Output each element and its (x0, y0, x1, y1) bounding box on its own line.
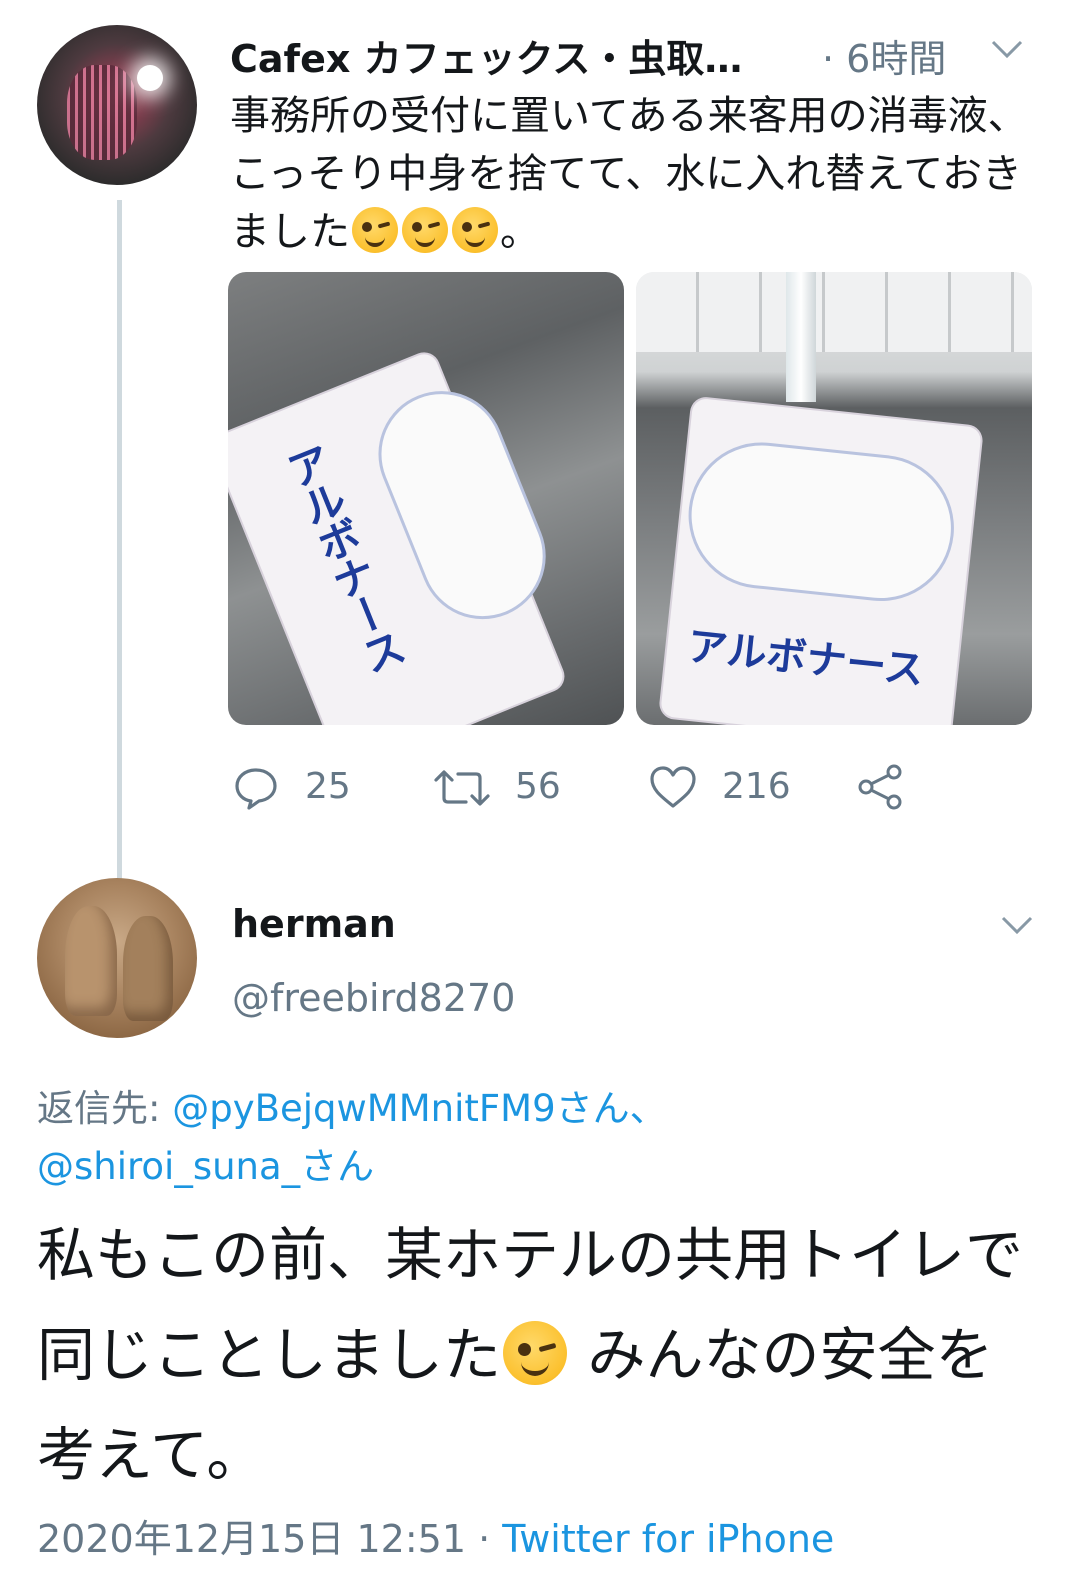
reply-author-name[interactable]: herman (232, 902, 396, 946)
tweet-text-body: 事務所の受付に置いてある来客用の消毒液、こっそり中身を捨てて、水に入れ替えておき… (230, 93, 1028, 255)
share-icon[interactable] (856, 762, 906, 812)
wall-tiles (636, 272, 1032, 352)
avatar-image-figure (123, 916, 173, 1021)
avatar[interactable] (37, 878, 197, 1038)
reply-text: 私もこの前、某ホテルの共用トイレで同じことしました みんなの安全を考えて。 (37, 1205, 1047, 1505)
winking-face-emoji-icon (402, 207, 448, 253)
reply-author-handle[interactable]: @freebird8270 (232, 976, 515, 1020)
retweet-icon[interactable] (432, 764, 492, 812)
winking-face-emoji-icon (452, 207, 498, 253)
replying-to: 返信先: @pyBejqwMMnitFM9さん、 @shiroi_suna_さん (37, 1080, 1037, 1196)
sanitizer-bottle: アルボナース (660, 397, 982, 725)
tweet-timestamp[interactable]: 2020年12月15日 12:51 (37, 1517, 466, 1561)
retweet-count: 56 (515, 766, 561, 807)
mention-link[interactable]: @pyBejqwMMnitFM9さん、 (172, 1087, 666, 1130)
avatar[interactable] (37, 25, 197, 185)
winking-face-emoji-icon (352, 207, 398, 253)
bottle-brand-label: アルボナース (685, 623, 927, 695)
avatar-image-light (137, 65, 163, 91)
sanitizer-bottle: アルボナース (228, 350, 567, 725)
reply-count: 25 (305, 766, 351, 807)
thread-connector-line (117, 200, 122, 880)
tweet-photo-1[interactable]: アルボナース (228, 272, 624, 725)
chevron-down-icon[interactable] (997, 910, 1037, 940)
bottle-note-cloud (684, 438, 958, 605)
heart-icon[interactable] (648, 764, 698, 812)
bottle-note-cloud (363, 376, 561, 635)
winking-face-emoji-icon (503, 1321, 568, 1385)
avatar-image-detail (67, 65, 137, 160)
client-link[interactable]: Twitter for iPhone (502, 1517, 834, 1561)
tweet-time[interactable]: · 6時間 (822, 28, 946, 83)
tweet-footer: 2020年12月15日 12:51 · Twitter for iPhone (37, 1508, 834, 1563)
avatar-image-figure (65, 906, 117, 1016)
tweet-text-end: 。 (500, 209, 540, 255)
tweet-author-name[interactable]: Cafex カフェックス・虫取… (230, 28, 742, 83)
reply-icon[interactable] (232, 764, 280, 812)
water-stream (786, 272, 816, 402)
chevron-down-icon[interactable] (987, 34, 1027, 64)
replying-to-label: 返信先: (37, 1087, 161, 1130)
tweet-text: 事務所の受付に置いてある来客用の消毒液、こっそり中身を捨てて、水に入れ替えておき… (230, 87, 1040, 261)
mention-link[interactable]: @shiroi_suna_さん (37, 1145, 374, 1188)
footer-separator: · (466, 1517, 503, 1561)
like-count: 216 (722, 766, 791, 807)
tweet-photo-2[interactable]: アルボナース (636, 272, 1032, 725)
